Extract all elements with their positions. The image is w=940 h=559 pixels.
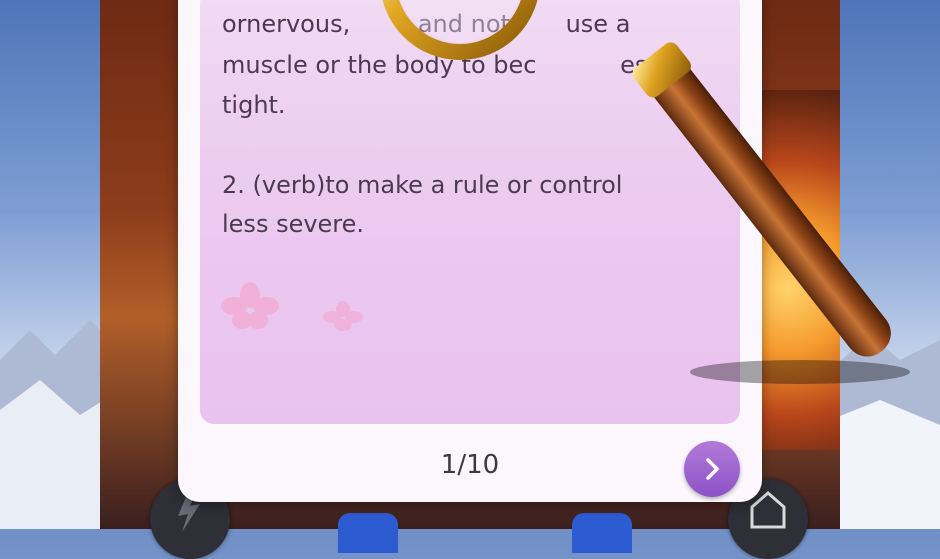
definition-line-5: less severe. xyxy=(222,210,365,238)
definition-line-4: 2. (verb)to make a rule or control xyxy=(222,171,623,199)
definition-line-2: muscle or the body to bec ess xyxy=(222,51,660,79)
blue-tile-right xyxy=(572,513,632,553)
mountains-right xyxy=(830,335,940,529)
definition-fragment: and not xyxy=(417,10,510,38)
definition-line-1: ornervous, and not use a xyxy=(222,10,631,38)
blossom-decoration xyxy=(221,282,279,329)
blossom-decoration-small xyxy=(323,301,363,331)
next-button[interactable] xyxy=(684,441,740,497)
definition-fragment: ess xyxy=(620,51,660,79)
definition-fragment: use a xyxy=(565,10,631,38)
page-counter: 1/10 xyxy=(440,450,500,480)
blue-tile-left xyxy=(338,513,398,553)
chevron-right-icon xyxy=(706,458,719,480)
definition-line-3: tight. xyxy=(222,91,286,119)
